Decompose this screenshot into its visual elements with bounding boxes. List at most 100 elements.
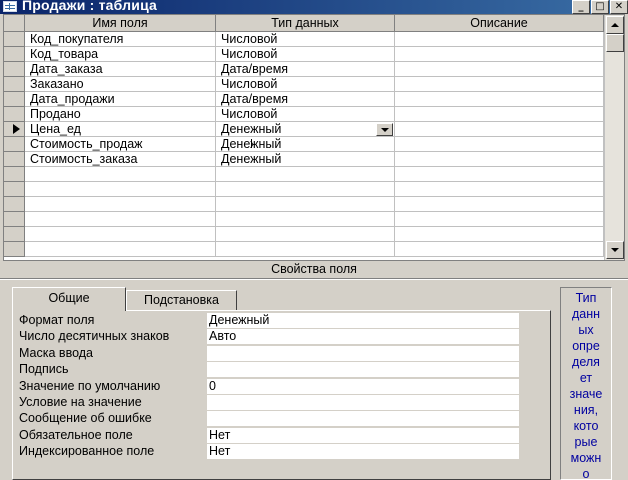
description-cell[interactable] bbox=[395, 32, 604, 47]
property-value-field[interactable]: Авто bbox=[207, 329, 519, 345]
empty-row[interactable] bbox=[4, 182, 604, 197]
field-row[interactable]: Цена_ед Денежный bbox=[4, 122, 604, 137]
row-selector[interactable] bbox=[4, 32, 25, 47]
data-type-cell[interactable]: Числовой bbox=[216, 32, 395, 47]
description-cell[interactable] bbox=[395, 212, 604, 227]
scroll-up-arrow-icon[interactable] bbox=[606, 16, 624, 34]
empty-row[interactable] bbox=[4, 197, 604, 212]
description-cell[interactable] bbox=[395, 197, 604, 212]
description-cell[interactable] bbox=[395, 92, 604, 107]
data-type-cell[interactable] bbox=[216, 182, 395, 197]
description-cell[interactable] bbox=[395, 62, 604, 77]
field-row[interactable]: Дата_заказа Дата/время bbox=[4, 62, 604, 77]
description-cell[interactable] bbox=[395, 122, 604, 137]
property-label: Сообщение об ошибке bbox=[19, 411, 152, 426]
data-type-cell[interactable] bbox=[216, 227, 395, 242]
description-cell[interactable] bbox=[395, 167, 604, 182]
property-value-field[interactable] bbox=[207, 345, 519, 361]
description-cell[interactable] bbox=[395, 77, 604, 92]
data-type-cell[interactable] bbox=[216, 197, 395, 212]
row-selector[interactable] bbox=[4, 122, 25, 137]
column-header-data-type[interactable]: Тип данных bbox=[216, 15, 395, 32]
description-cell[interactable] bbox=[395, 107, 604, 122]
empty-row[interactable] bbox=[4, 167, 604, 182]
row-selector[interactable] bbox=[4, 47, 25, 62]
vertical-scrollbar[interactable] bbox=[604, 15, 624, 260]
row-selector[interactable] bbox=[4, 197, 25, 212]
property-value-field[interactable]: Нет bbox=[207, 427, 519, 443]
field-name-cell[interactable]: Цена_ед bbox=[25, 122, 216, 137]
row-selector[interactable] bbox=[4, 242, 25, 257]
field-name-cell[interactable]: Стоимость_заказа bbox=[25, 152, 216, 167]
field-name-cell[interactable]: Дата_продажи bbox=[25, 92, 216, 107]
row-selector[interactable] bbox=[4, 212, 25, 227]
property-value-field[interactable] bbox=[207, 395, 519, 410]
field-row[interactable]: Продано Числовой bbox=[4, 107, 604, 122]
field-row[interactable]: Стоимость_заказа Денежный bbox=[4, 152, 604, 167]
description-cell[interactable] bbox=[395, 227, 604, 242]
property-value-field[interactable] bbox=[207, 411, 519, 427]
field-row[interactable]: Заказано Числовой bbox=[4, 77, 604, 92]
empty-row[interactable] bbox=[4, 212, 604, 227]
description-cell[interactable] bbox=[395, 47, 604, 62]
field-name-cell[interactable]: Код_товара bbox=[25, 47, 216, 62]
divider bbox=[0, 278, 628, 280]
field-name-cell[interactable] bbox=[25, 182, 216, 197]
description-cell[interactable] bbox=[395, 137, 604, 152]
empty-row[interactable] bbox=[4, 242, 604, 257]
row-selector[interactable] bbox=[4, 92, 25, 107]
tab-lookup[interactable]: Подстановка bbox=[126, 290, 237, 311]
column-header-description[interactable]: Описание bbox=[395, 15, 604, 32]
data-type-cell[interactable]: Дата/время bbox=[216, 92, 395, 107]
property-value-field[interactable]: 0 bbox=[207, 378, 519, 394]
row-selector[interactable] bbox=[4, 167, 25, 182]
data-type-cell[interactable]: Числовой bbox=[216, 77, 395, 92]
data-type-cell[interactable] bbox=[216, 167, 395, 182]
data-type-dropdown-button[interactable] bbox=[376, 123, 393, 136]
description-cell[interactable] bbox=[395, 242, 604, 257]
row-selector[interactable] bbox=[4, 227, 25, 242]
field-name-cell[interactable] bbox=[25, 227, 216, 242]
property-value-field[interactable] bbox=[207, 362, 519, 378]
field-name-cell[interactable]: Продано bbox=[25, 107, 216, 122]
scroll-down-arrow-icon[interactable] bbox=[606, 241, 624, 259]
description-cell[interactable] bbox=[395, 152, 604, 167]
row-selector[interactable] bbox=[4, 137, 25, 152]
data-type-cell[interactable]: Денежный bbox=[216, 152, 395, 167]
column-header-field-name[interactable]: Имя поля bbox=[25, 15, 216, 32]
maximize-button[interactable]: □ bbox=[591, 0, 609, 14]
property-value-field[interactable]: Нет bbox=[207, 444, 519, 460]
field-name-cell[interactable] bbox=[25, 167, 216, 182]
data-type-cell[interactable]: Числовой bbox=[216, 107, 395, 122]
title-bar[interactable]: Продажи : таблица _ □ ✕ bbox=[0, 0, 628, 14]
row-selector[interactable] bbox=[4, 107, 25, 122]
row-selector[interactable] bbox=[4, 77, 25, 92]
data-type-cell[interactable]: Числовой bbox=[216, 47, 395, 62]
field-row[interactable]: Код_товара Числовой bbox=[4, 47, 604, 62]
field-name-cell[interactable]: Код_покупателя bbox=[25, 32, 216, 47]
field-name-cell[interactable]: Заказано bbox=[25, 77, 216, 92]
close-button[interactable]: ✕ bbox=[610, 0, 628, 14]
scroll-thumb[interactable] bbox=[606, 34, 624, 52]
empty-row[interactable] bbox=[4, 227, 604, 242]
field-row[interactable]: Дата_продажи Дата/время bbox=[4, 92, 604, 107]
row-selector[interactable] bbox=[4, 152, 25, 167]
field-name-cell[interactable] bbox=[25, 197, 216, 212]
field-name-cell[interactable]: Дата_заказа bbox=[25, 62, 216, 77]
row-selector[interactable] bbox=[4, 182, 25, 197]
property-value-field[interactable]: Денежный bbox=[207, 313, 519, 328]
data-type-cell[interactable] bbox=[216, 212, 395, 227]
data-type-cell[interactable]: Денежный bbox=[216, 137, 395, 152]
field-row[interactable]: Код_покупателя Числовой bbox=[4, 32, 604, 47]
description-cell[interactable] bbox=[395, 182, 604, 197]
field-row[interactable]: Стоимость_продажДенежный bbox=[4, 137, 604, 152]
field-name-cell[interactable]: Стоимость_продаж bbox=[25, 137, 216, 152]
field-name-cell[interactable] bbox=[25, 242, 216, 257]
tab-general[interactable]: Общие bbox=[12, 287, 126, 311]
minimize-button[interactable]: _ bbox=[572, 0, 590, 14]
data-type-cell[interactable] bbox=[216, 242, 395, 257]
data-type-cell[interactable]: Дата/время bbox=[216, 62, 395, 77]
data-type-cell[interactable]: Денежный bbox=[216, 122, 395, 137]
field-name-cell[interactable] bbox=[25, 212, 216, 227]
row-selector[interactable] bbox=[4, 62, 25, 77]
